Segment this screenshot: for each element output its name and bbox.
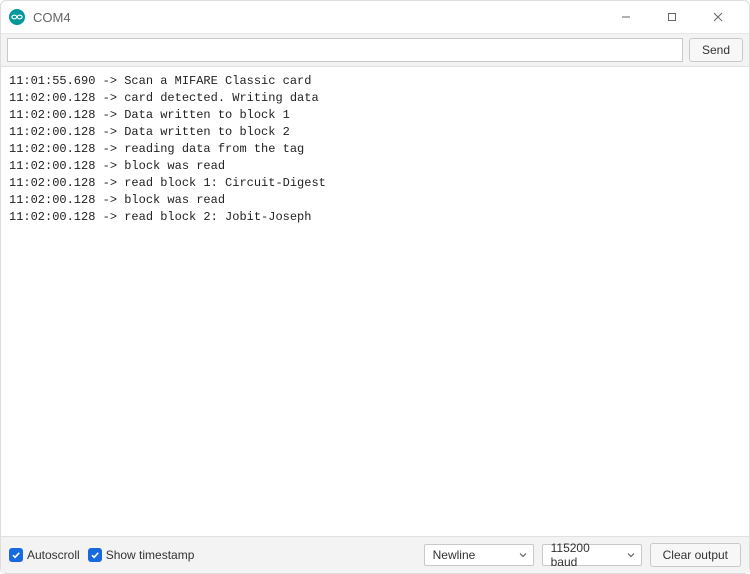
window-title: COM4	[33, 10, 71, 25]
autoscroll-label: Autoscroll	[27, 548, 80, 562]
baud-rate-select[interactable]: 115200 baud	[542, 544, 642, 566]
send-toolbar: Send	[1, 33, 749, 67]
output-line: 11:01:55.690 -> Scan a MIFARE Classic ca…	[9, 73, 741, 90]
baud-rate-value: 115200 baud	[551, 541, 619, 569]
clear-output-button[interactable]: Clear output	[650, 543, 741, 567]
show-timestamp-label: Show timestamp	[106, 548, 195, 562]
statusbar: Autoscroll Show timestamp Newline 115200…	[1, 536, 749, 573]
output-line: 11:02:00.128 -> reading data from the ta…	[9, 141, 741, 158]
output-line: 11:02:00.128 -> block was read	[9, 192, 741, 209]
arduino-app-icon	[9, 9, 25, 25]
line-ending-select[interactable]: Newline	[424, 544, 534, 566]
chevron-down-icon	[519, 551, 527, 559]
check-icon	[9, 548, 23, 562]
send-button-label: Send	[702, 43, 730, 57]
output-line: 11:02:00.128 -> block was read	[9, 158, 741, 175]
close-button[interactable]	[695, 1, 741, 33]
minimize-button[interactable]	[603, 1, 649, 33]
output-line: 11:02:00.128 -> card detected. Writing d…	[9, 90, 741, 107]
output-line: 11:02:00.128 -> Data written to block 2	[9, 124, 741, 141]
autoscroll-checkbox[interactable]: Autoscroll	[9, 548, 80, 562]
send-button[interactable]: Send	[689, 38, 743, 62]
serial-monitor-window: COM4 Send 11:01:55.690 -> Scan a MIFARE …	[0, 0, 750, 574]
output-line: 11:02:00.128 -> read block 2: Jobit-Jose…	[9, 209, 741, 226]
output-line: 11:02:00.128 -> read block 1: Circuit-Di…	[9, 175, 741, 192]
serial-output[interactable]: 11:01:55.690 -> Scan a MIFARE Classic ca…	[1, 67, 749, 536]
maximize-button[interactable]	[649, 1, 695, 33]
serial-send-input[interactable]	[7, 38, 683, 62]
show-timestamp-checkbox[interactable]: Show timestamp	[88, 548, 195, 562]
clear-output-label: Clear output	[663, 548, 728, 562]
line-ending-value: Newline	[433, 548, 476, 562]
output-line: 11:02:00.128 -> Data written to block 1	[9, 107, 741, 124]
check-icon	[88, 548, 102, 562]
chevron-down-icon	[627, 551, 635, 559]
titlebar[interactable]: COM4	[1, 1, 749, 33]
